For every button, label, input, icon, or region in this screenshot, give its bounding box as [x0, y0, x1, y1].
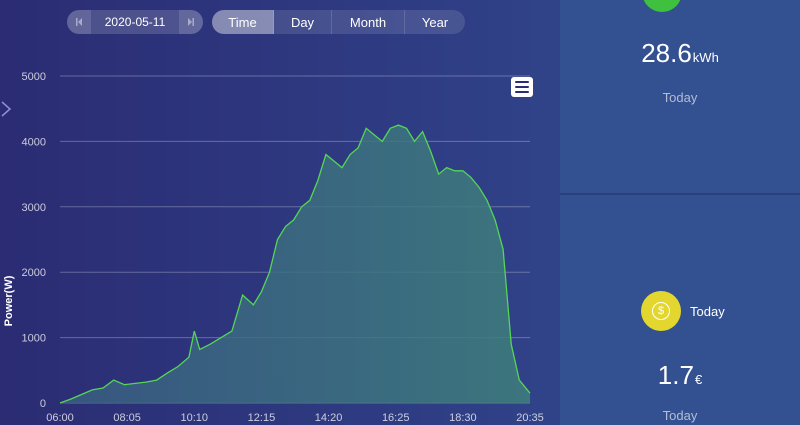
x-tick-label: 10:10 — [181, 412, 209, 424]
x-tick-label: 18:30 — [449, 412, 477, 424]
energy-unit: kWh — [692, 50, 719, 65]
energy-period-label: Today — [662, 90, 698, 105]
range-tabs: Time Day Month Year — [212, 10, 465, 34]
y-tick-label: 3000 — [22, 202, 46, 214]
income-card: $ Today 1.7€ Today — [560, 195, 800, 425]
chart-svg: 0 1000 2000 3000 4000 5000 06:00 08:05 10:10 12:1… — [3, 71, 544, 424]
y-tick-label: 5000 — [22, 71, 46, 83]
skip-forward-icon[interactable] — [179, 10, 203, 34]
x-tick-label: 12:15 — [248, 412, 276, 424]
x-tick-label: 08:05 — [113, 412, 141, 424]
y-tick-label: 1000 — [22, 333, 46, 345]
left-panel: 2020-05-11 Time Day Month Year 0 1000 2000… — [0, 0, 560, 425]
hamburger-menu-icon[interactable] — [511, 77, 533, 97]
tab-time[interactable]: Time — [212, 10, 274, 34]
energy-number: 28.6 — [641, 38, 692, 68]
y-tick-label: 2000 — [22, 267, 46, 279]
right-panel: 28.6kWh Today $ Today 1.7€ Today — [560, 0, 800, 425]
income-period-label: Today — [662, 408, 698, 423]
tab-year[interactable]: Year — [405, 10, 465, 34]
energy-value: 28.6kWh — [560, 38, 800, 69]
dollar-coin-icon: $ — [641, 291, 681, 331]
y-axis-label: Power(W) — [3, 275, 15, 326]
x-tick-label: 06:00 — [46, 412, 74, 424]
x-tick-label: 16:25 — [382, 412, 410, 424]
power-area-fill — [60, 125, 530, 403]
x-tick-label: 14:20 — [315, 412, 343, 424]
income-value: 1.7€ — [560, 360, 800, 391]
current-date[interactable]: 2020-05-11 — [91, 10, 179, 34]
date-picker: 2020-05-11 — [67, 10, 203, 34]
energy-card: 28.6kWh Today — [560, 0, 800, 195]
y-tick-label: 4000 — [22, 136, 46, 148]
tab-day[interactable]: Day — [274, 10, 332, 34]
skip-back-icon[interactable] — [67, 10, 91, 34]
income-title: Today — [690, 304, 725, 319]
x-tick-label: 20:35 — [516, 412, 544, 424]
power-chart: 0 1000 2000 3000 4000 5000 06:00 08:05 10:10 12:1… — [0, 60, 560, 425]
income-number: 1.7 — [657, 360, 694, 390]
income-unit: € — [694, 372, 703, 387]
green-circle-icon — [642, 0, 682, 12]
tab-month[interactable]: Month — [332, 10, 405, 34]
y-tick-label: 0 — [40, 398, 46, 410]
